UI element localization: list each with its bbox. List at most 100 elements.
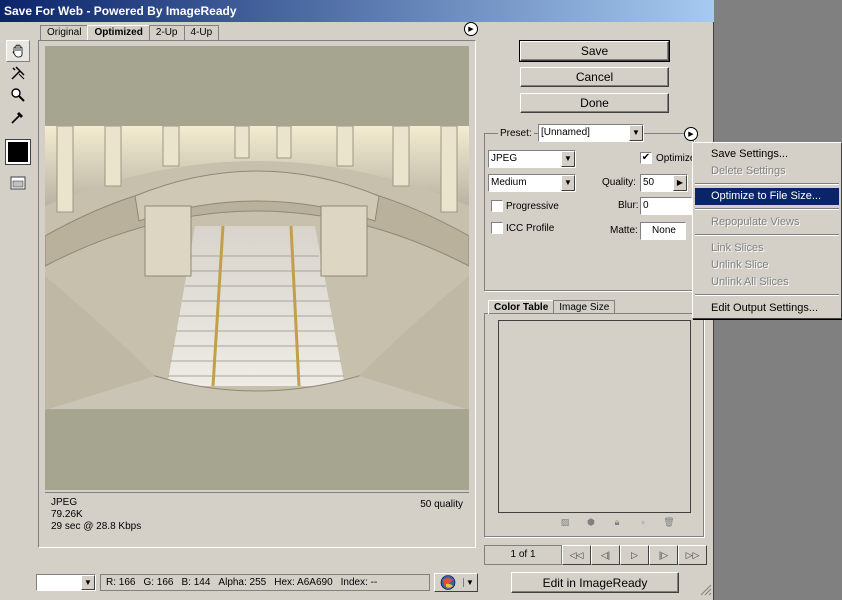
menu-separator <box>695 183 839 185</box>
rotunda-photo <box>45 126 469 410</box>
chevron-down-icon: ▼ <box>463 578 474 587</box>
play-button[interactable]: ▷ <box>620 545 649 565</box>
readout-g: G: 166 <box>143 577 174 588</box>
last-frame-button[interactable]: ▷▷ <box>678 545 707 565</box>
save-for-web-dialog: Save For Web - Powered By ImageReady Ori… <box>0 0 714 600</box>
tab-2-up[interactable]: 2-Up <box>148 25 185 41</box>
blur-label: Blur: <box>618 200 639 211</box>
trash-icon[interactable]: 🗑︎ <box>662 516 676 528</box>
save-button[interactable]: Save <box>519 40 670 62</box>
preview-menu-button[interactable]: ▶ <box>464 22 478 36</box>
previous-frame-button[interactable]: ◁| <box>591 545 620 565</box>
zoom-icon <box>11 88 25 102</box>
menu-item-unlink-slice: Unlink Slice <box>711 259 769 271</box>
progressive-checkbox[interactable] <box>491 200 503 212</box>
chevron-down-icon: ▼ <box>629 125 643 141</box>
quality-label: Quality: <box>602 177 636 188</box>
color-table-tabs: Color Table Image Size <box>488 300 616 314</box>
next-frame-button[interactable]: |▷ <box>649 545 678 565</box>
blur-field[interactable]: 0 <box>640 197 692 215</box>
menu-item-delete-settings: Delete Settings <box>711 165 786 177</box>
preview-in-browser-button[interactable]: ▼ <box>434 573 478 592</box>
lock-color-icon[interactable]: 🔒︎ <box>610 516 624 528</box>
chevron-right-icon: ▶ <box>673 175 687 191</box>
web-shift-icon[interactable]: ⬢ <box>584 516 598 528</box>
eyedropper-color-swatch[interactable] <box>5 139 31 165</box>
info-size: 79.26K <box>51 509 83 520</box>
tab-color-table[interactable]: Color Table <box>488 300 555 314</box>
readout-hex: Hex: A6A690 <box>274 577 333 588</box>
format-value: JPEG <box>491 153 518 164</box>
format-dropdown[interactable]: JPEG ▼ <box>488 150 576 168</box>
info-time: 29 sec @ 28.8 Kbps <box>51 521 142 532</box>
quality-level-value: Medium <box>491 177 527 188</box>
tab-image-size[interactable]: Image Size <box>553 300 616 314</box>
menu-item-link-slices: Link Slices <box>711 242 764 254</box>
optimize-menu-button[interactable]: ▶ <box>684 127 698 141</box>
icc-profile-label: ICC Profile <box>506 223 555 234</box>
browser-icon <box>440 575 456 590</box>
checkmark-icon: ✔ <box>641 152 651 163</box>
optimized-checkbox[interactable]: ✔ <box>640 152 652 164</box>
fast-forward-icon: ▷▷ <box>685 550 700 560</box>
tab-original[interactable]: Original <box>40 25 89 41</box>
progressive-label: Progressive <box>506 201 559 212</box>
menu-item-edit-output-settings[interactable]: Edit Output Settings... <box>695 300 839 317</box>
play-icon: ▷ <box>631 550 638 560</box>
slice-select-icon <box>11 66 25 80</box>
quality-level-dropdown[interactable]: Medium ▼ <box>488 174 576 192</box>
menu-separator <box>695 208 839 210</box>
map-transparent-icon[interactable]: ▨ <box>558 516 572 528</box>
preview-canvas[interactable] <box>45 46 469 490</box>
zoom-tool-button[interactable] <box>6 84 30 106</box>
eyedropper-tool-button[interactable] <box>6 106 30 128</box>
readout-index: Index: -- <box>340 577 378 588</box>
status-bar: ▼ R: 166 G: 166 B: 144 Alpha: 255 Hex: A… <box>0 572 714 596</box>
toolstrip <box>4 40 32 194</box>
resize-grip-icon[interactable] <box>700 584 712 596</box>
info-format: JPEG <box>51 497 78 508</box>
menu-item-optimize-to-file-size[interactable]: Optimize to File Size... <box>695 188 839 205</box>
view-tabs: Original Optimized 2-Up 4-Up <box>40 25 220 41</box>
edit-in-imageready-button[interactable]: Edit in ImageReady <box>511 572 679 593</box>
rewind-icon: ◁◁ <box>569 550 584 560</box>
chevron-down-icon: ▼ <box>81 575 95 590</box>
chevron-down-icon: ▼ <box>561 151 575 167</box>
cancel-button[interactable]: Cancel <box>520 67 669 87</box>
optimize-popup-menu: Save Settings... Delete Settings Optimiz… <box>692 142 842 319</box>
quality-field[interactable]: 50 ▶ <box>640 174 688 192</box>
matte-dropdown[interactable]: None <box>640 222 686 240</box>
preset-dropdown[interactable]: [Unnamed] ▼ <box>538 124 644 142</box>
readout-b: B: 144 <box>181 577 211 588</box>
color-table-area[interactable] <box>498 320 691 513</box>
readout-r: R: 166 <box>106 577 136 588</box>
hand-icon <box>12 44 23 58</box>
tab-optimized[interactable]: Optimized <box>87 25 150 41</box>
menu-item-save-settings[interactable]: Save Settings... <box>695 146 839 163</box>
menu-item-repopulate-views: Repopulate Views <box>711 216 800 228</box>
preview-info: JPEG 79.26K 29 sec @ 28.8 Kbps 50 qualit… <box>45 492 469 544</box>
window-title: Save For Web - Powered By ImageReady <box>0 0 714 22</box>
info-quality: 50 quality <box>420 499 463 510</box>
new-color-icon[interactable]: ▫ <box>636 516 650 528</box>
icc-profile-checkbox[interactable] <box>491 222 503 234</box>
animation-navigator: 1 of 1 ◁◁ ◁| ▷ |▷ ▷▷ <box>484 545 707 565</box>
blur-value: 0 <box>643 200 649 211</box>
slices-visibility-icon <box>10 176 26 190</box>
color-readout: R: 166 G: 166 B: 144 Alpha: 255 Hex: A6A… <box>100 574 430 591</box>
done-button[interactable]: Done <box>520 93 669 113</box>
zoom-dropdown[interactable]: ▼ <box>36 574 96 591</box>
preset-label: Preset: <box>498 128 534 139</box>
readout-alpha: Alpha: 255 <box>218 577 267 588</box>
toggle-slices-button[interactable] <box>6 172 30 194</box>
eyedropper-icon <box>11 112 23 124</box>
first-frame-button[interactable]: ◁◁ <box>562 545 591 565</box>
tab-4-up[interactable]: 4-Up <box>183 25 220 41</box>
optimized-label: Optimized <box>656 153 692 164</box>
matte-value: None <box>652 225 676 236</box>
hand-tool-button[interactable] <box>6 40 30 62</box>
step-forward-icon: |▷ <box>658 550 669 560</box>
slice-select-tool-button[interactable] <box>6 62 30 84</box>
color-table-toolbar: ▨ ⬢ 🔒︎ ▫ 🗑︎ <box>558 516 676 528</box>
menu-item-unlink-all-slices: Unlink All Slices <box>711 276 789 288</box>
